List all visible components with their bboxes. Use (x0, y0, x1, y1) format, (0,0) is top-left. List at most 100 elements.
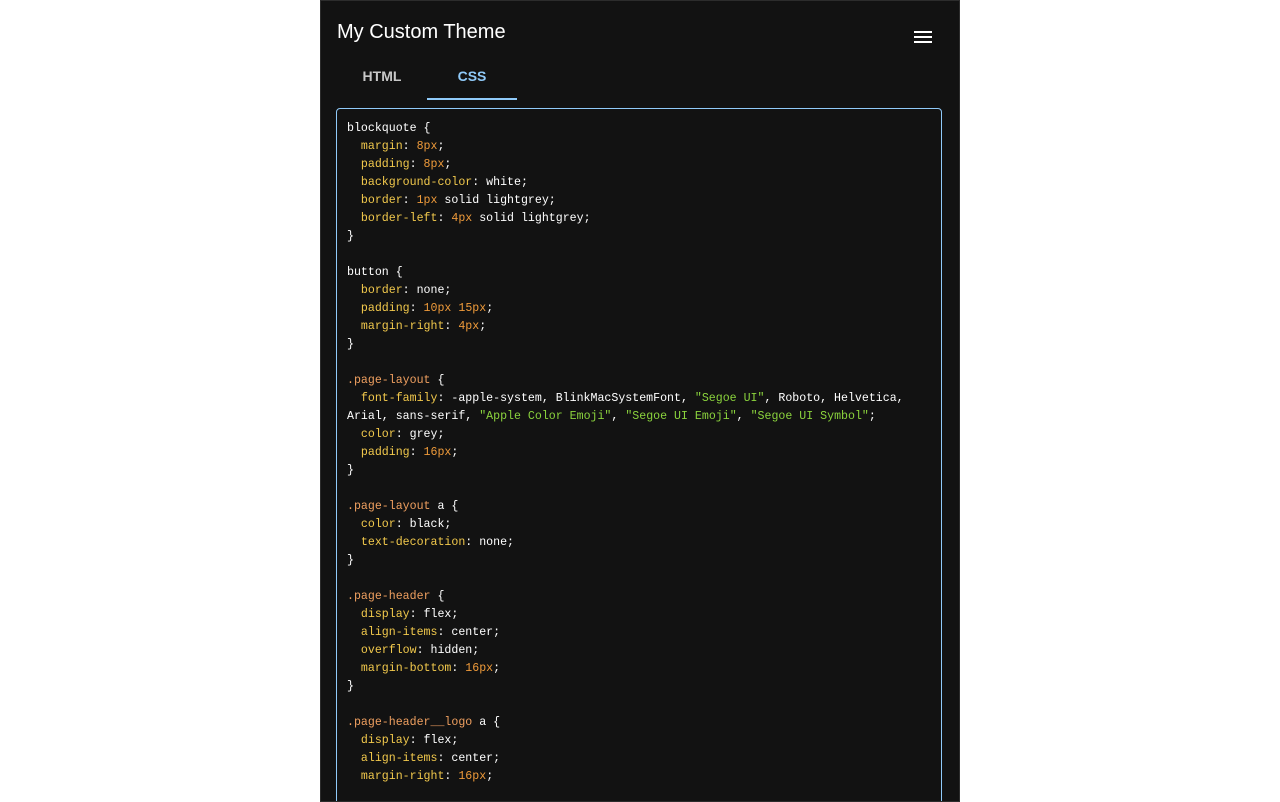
code-string: "Segoe UI" (694, 392, 765, 405)
code-property: border-left (360, 212, 438, 225)
code-line: blockquote { (347, 120, 933, 138)
code-property: color (360, 518, 396, 531)
code-text: ; (437, 140, 445, 153)
code-selector: .page-header__logo (347, 716, 473, 729)
code-property: background-color (360, 176, 473, 189)
code-text: } (347, 554, 354, 567)
code-string: "Segoe UI Symbol" (750, 410, 869, 423)
code-line: padding: 10px 15px; (347, 300, 933, 318)
code-text: : -apple-system, BlinkMacSystemFont, (437, 392, 695, 405)
code-property: color (360, 428, 396, 441)
code-number: 10px (423, 302, 452, 315)
code-text: solid lightgrey; (437, 194, 556, 207)
code-number: 16px (458, 770, 487, 783)
code-property: border (360, 194, 403, 207)
theme-editor-panel: My Custom Theme HTML CSS blockquote { ma… (320, 0, 960, 802)
code-line: display: flex; (347, 732, 933, 750)
code-line: font-family: -apple-system, BlinkMacSyst… (347, 390, 933, 426)
code-number: 8px (416, 140, 438, 153)
code-text: a { (430, 500, 459, 513)
code-text: : none; (402, 284, 452, 297)
menu-button[interactable] (907, 21, 939, 53)
code-text: : (402, 140, 417, 153)
code-text: ; (486, 770, 494, 783)
code-text: } (347, 464, 354, 477)
code-line: align-items: center; (347, 624, 933, 642)
code-line: } (347, 462, 933, 480)
code-property: font-family (360, 392, 438, 405)
code-text: { (430, 590, 445, 603)
code-text: , (736, 410, 751, 423)
code-text: : none; (465, 536, 514, 549)
code-text: ; (444, 158, 452, 171)
code-line: color: grey; (347, 426, 933, 444)
code-property: align-items (360, 752, 438, 765)
code-text: : hidden; (416, 644, 480, 657)
code-line: padding: 8px; (347, 156, 933, 174)
code-text: ; (479, 320, 487, 333)
code-text: : (409, 158, 424, 171)
code-line: overflow: hidden; (347, 642, 933, 660)
code-text: blockquote { (347, 122, 431, 135)
hamburger-menu-icon (914, 31, 932, 43)
code-text: : flex; (409, 608, 459, 621)
code-property: border (360, 284, 403, 297)
code-text: : (444, 320, 459, 333)
code-line: .page-layout { (347, 372, 933, 390)
code-line: .page-layout a { (347, 498, 933, 516)
code-line: } (347, 228, 933, 246)
code-line: margin-bottom: 16px; (347, 660, 933, 678)
code-text: : flex; (409, 734, 459, 747)
css-code-editor[interactable]: blockquote { margin: 8px; padding: 8px; … (336, 108, 942, 801)
code-line: text-decoration: none; (347, 534, 933, 552)
code-line: } (347, 678, 933, 696)
code-line: border-left: 4px solid lightgrey; (347, 210, 933, 228)
tab-html[interactable]: HTML (337, 51, 427, 100)
code-content[interactable]: blockquote { margin: 8px; padding: 8px; … (347, 120, 933, 786)
code-property: margin (360, 140, 403, 153)
code-number: 8px (423, 158, 445, 171)
code-text: : (451, 662, 466, 675)
code-text: : center; (437, 752, 501, 765)
code-text: : (444, 770, 459, 783)
code-line: background-color: white; (347, 174, 933, 192)
code-line: } (347, 552, 933, 570)
code-line: border: 1px solid lightgrey; (347, 192, 933, 210)
code-line: } (347, 336, 933, 354)
code-text: } (347, 680, 354, 693)
code-line: .page-header { (347, 588, 933, 606)
code-line: padding: 16px; (347, 444, 933, 462)
code-property: margin-right (360, 770, 445, 783)
code-property: display (360, 608, 410, 621)
code-property: margin-right (360, 320, 445, 333)
code-line: margin-right: 16px; (347, 768, 933, 786)
code-text: } (347, 338, 354, 351)
code-text: } (347, 230, 354, 243)
code-text: : black; (395, 518, 452, 531)
code-line: display: flex; (347, 606, 933, 624)
code-property: align-items (360, 626, 438, 639)
code-number: 16px (423, 446, 452, 459)
code-text: : (409, 302, 424, 315)
code-text: ; (868, 410, 876, 423)
tab-bar: HTML CSS (337, 51, 517, 100)
tab-css[interactable]: CSS (427, 51, 517, 100)
code-property: padding (360, 302, 410, 315)
code-line: button { (347, 264, 933, 282)
code-text: button { (347, 266, 403, 279)
code-text: : white; (472, 176, 528, 189)
